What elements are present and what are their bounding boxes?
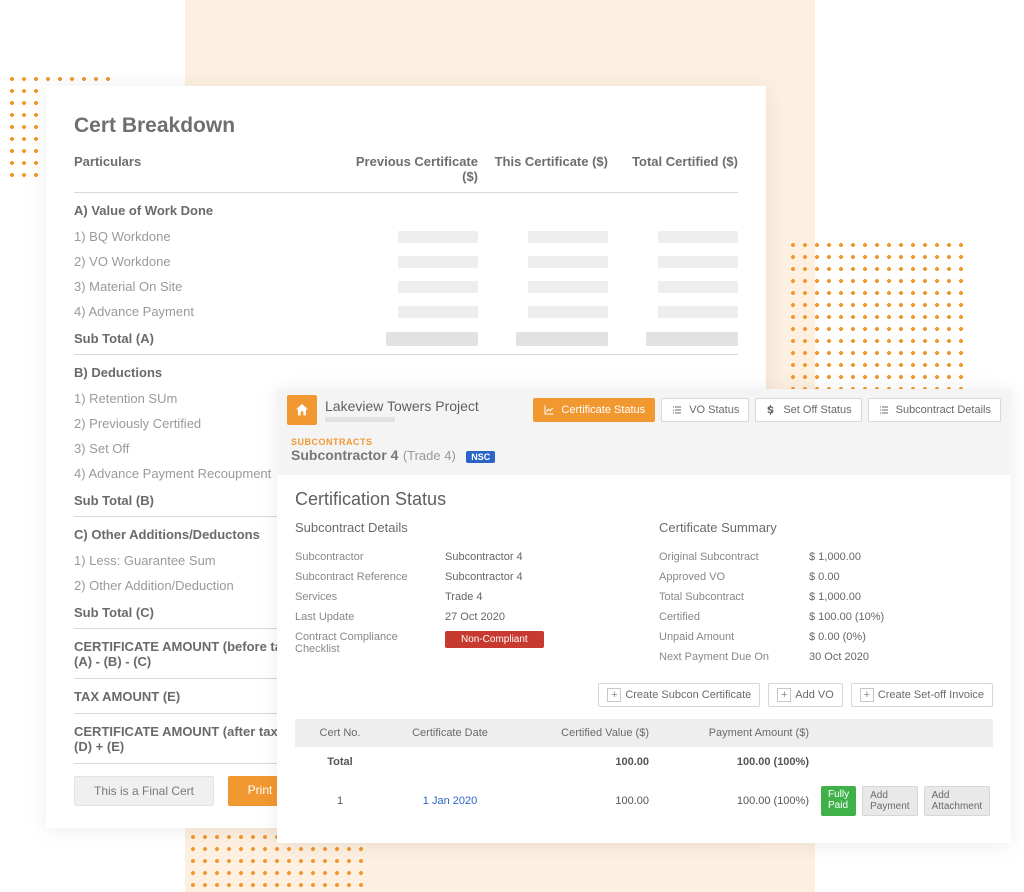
section-a-title: A) Value of Work Done xyxy=(74,193,738,224)
breakdown-header-row: Particulars Previous Certificate ($) Thi… xyxy=(74,154,738,193)
row-vo-workdone: 2) VO Workdone xyxy=(74,249,738,274)
add-vo-button[interactable]: +Add VO xyxy=(768,683,843,707)
col-previous: Previous Certificate ($) xyxy=(348,154,478,184)
tab-setoff-status[interactable]: Set Off Status xyxy=(755,398,861,422)
add-attachment-button[interactable]: Add Attachment xyxy=(924,786,991,816)
plus-icon: + xyxy=(777,688,791,702)
details-icon xyxy=(878,404,890,416)
breadcrumb[interactable]: SUBCONTRACTS xyxy=(291,437,997,447)
add-payment-button[interactable]: Add Payment xyxy=(862,786,917,816)
home-button[interactable] xyxy=(287,395,317,425)
tab-subcontract-details[interactable]: Subcontract Details xyxy=(868,398,1001,422)
create-setoff-invoice-button[interactable]: +Create Set-off Invoice xyxy=(851,683,993,707)
fully-paid-badge: Fully Paid xyxy=(821,786,856,816)
tab-vo-status[interactable]: VO Status xyxy=(661,398,749,422)
breadcrumb-bar: SUBCONTRACTS Subcontractor 4 (Trade 4) N… xyxy=(277,431,1011,475)
list-icon xyxy=(671,404,683,416)
subcontract-details-column: Subcontract Details SubcontractorSubcont… xyxy=(295,520,629,667)
subcontractor-name: Subcontractor 4 xyxy=(291,447,398,463)
row-advance-payment: 4) Advance Payment xyxy=(74,299,738,324)
dollar-icon xyxy=(765,404,777,416)
project-block: Lakeview Towers Project xyxy=(325,398,525,422)
top-bar: Lakeview Towers Project Certificate Stat… xyxy=(277,389,1011,431)
final-cert-button[interactable]: This is a Final Cert xyxy=(74,776,214,806)
subcontractor-trade: (Trade 4) xyxy=(403,448,456,463)
cert-table-header: Cert No. Certificate Date Certified Valu… xyxy=(295,719,993,747)
col-this: This Certificate ($) xyxy=(478,154,608,184)
create-subcon-cert-button[interactable]: +Create Subcon Certificate xyxy=(598,683,760,707)
section-b-title: B) Deductions xyxy=(74,355,738,386)
nsc-badge: NSC xyxy=(466,451,495,463)
plus-icon: + xyxy=(860,688,874,702)
home-icon xyxy=(294,402,310,418)
certificate-summary-column: Certificate Summary Original Subcontract… xyxy=(659,520,993,667)
row-material-onsite: 3) Material On Site xyxy=(74,274,738,299)
row-bq-workdone: 1) BQ Workdone xyxy=(74,224,738,249)
action-row: +Create Subcon Certificate +Add VO +Crea… xyxy=(295,683,993,707)
chart-icon xyxy=(543,404,555,416)
cert-date-link[interactable]: 1 Jan 2020 xyxy=(423,795,477,807)
tab-certificate-status[interactable]: Certificate Status xyxy=(533,398,655,422)
summary-heading: Certificate Summary xyxy=(659,520,993,535)
placeholder-cell xyxy=(398,231,478,243)
subtotal-a: Sub Total (A) xyxy=(74,324,738,355)
certification-status-card: Lakeview Towers Project Certificate Stat… xyxy=(277,389,1011,843)
project-subtitle-placeholder xyxy=(325,417,395,422)
details-heading: Subcontract Details xyxy=(295,520,629,535)
col-total: Total Certified ($) xyxy=(608,154,738,184)
cert-table-row: 1 1 Jan 2020 100.00 100.00 (100%) Fully … xyxy=(295,777,993,825)
project-title: Lakeview Towers Project xyxy=(325,398,525,414)
breakdown-title: Cert Breakdown xyxy=(74,114,738,138)
non-compliant-badge: Non-Compliant xyxy=(445,631,544,648)
certification-status-heading: Certification Status xyxy=(295,489,993,510)
plus-icon: + xyxy=(607,688,621,702)
cert-table-total-row: Total 100.00 100.00 (100%) xyxy=(295,747,993,777)
decorative-dots xyxy=(787,239,963,405)
col-particulars: Particulars xyxy=(74,154,348,184)
